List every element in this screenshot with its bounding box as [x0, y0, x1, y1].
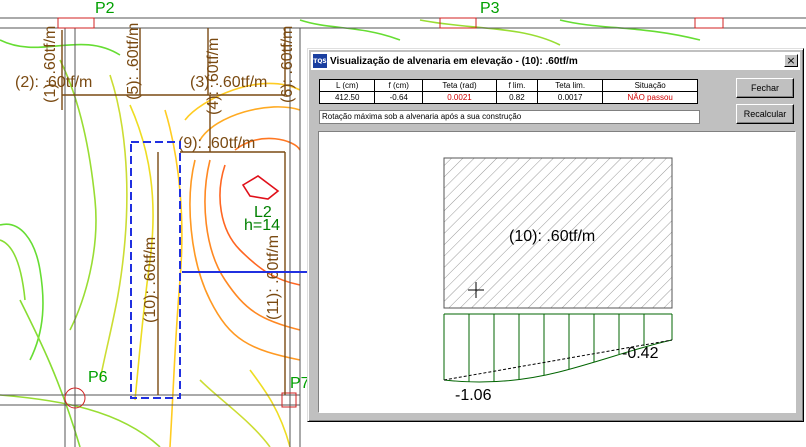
- close-icon[interactable]: ×: [784, 54, 798, 67]
- wall-label-9: (9): .60tf/m: [178, 135, 255, 152]
- wall-label-11: (11): .60tf/m: [265, 235, 282, 320]
- close-button[interactable]: Fechar: [736, 78, 794, 98]
- header-f: f (cm): [374, 79, 424, 92]
- header-situacao: Situação: [602, 79, 698, 92]
- results-table: L (cm) f (cm) Teta (rad) f lim. Teta lim…: [318, 79, 698, 104]
- pillar-label-p6: P6: [88, 369, 108, 386]
- value-teta: 0.0021: [422, 91, 497, 104]
- header-teta-lim: Teta lim.: [536, 79, 604, 92]
- wall-label-1: (1): .60tf/m: [42, 26, 59, 103]
- value-l: 412.50: [318, 91, 376, 104]
- elevation-canvas: (10): .60tf/m -1.06 -0.42: [443, 157, 673, 404]
- dialog-title: Visualização de alvenaria em elevação - …: [330, 55, 578, 67]
- header-f-lim: f lim.: [495, 79, 538, 92]
- value-f: -0.64: [374, 91, 424, 104]
- tqs-app-icon: TQS: [313, 54, 327, 68]
- header-teta: Teta (rad): [422, 79, 497, 92]
- results-header-row: L (cm) f (cm) Teta (rad) f lim. Teta lim…: [318, 79, 698, 92]
- value-teta-lim: 0.0017: [536, 91, 604, 104]
- pillar-label-p3: P3: [480, 0, 500, 17]
- elevation-dialog: TQS Visualização de alvenaria em elevaçã…: [307, 48, 804, 422]
- wall-label-3: (3): .60tf/m: [190, 74, 267, 91]
- status-line: Rotação máxima sob a alvenaria após a su…: [319, 110, 700, 124]
- slab-thickness: h=14: [244, 217, 280, 234]
- wall-label-6: (6): .60tf/m: [279, 26, 296, 103]
- elevation-wall-label: (10): .60tf/m: [509, 228, 595, 245]
- value-f-lim: 0.82: [495, 91, 538, 104]
- value-situacao: NÃO passou: [602, 91, 698, 104]
- wall-label-10: (10): .60tf/m: [142, 237, 159, 323]
- results-value-row: 412.50 -0.64 0.0021 0.82 0.0017 NÃO pass…: [318, 91, 698, 104]
- deflection-end-label: -0.42: [622, 345, 659, 362]
- pillar-label-p2: P2: [95, 0, 115, 17]
- wall-label-4: (4): .60tf/m: [205, 38, 222, 115]
- deflection-min-label: -1.06: [455, 387, 492, 404]
- wall-label-5: (5): .60tf/m: [125, 23, 142, 100]
- dialog-titlebar[interactable]: TQS Visualização de alvenaria em elevaçã…: [311, 52, 800, 70]
- header-l: L (cm): [318, 79, 376, 92]
- elevation-preview: (10): .60tf/m -1.06 -0.42: [318, 131, 796, 413]
- recalculate-button[interactable]: Recalcular: [736, 104, 794, 124]
